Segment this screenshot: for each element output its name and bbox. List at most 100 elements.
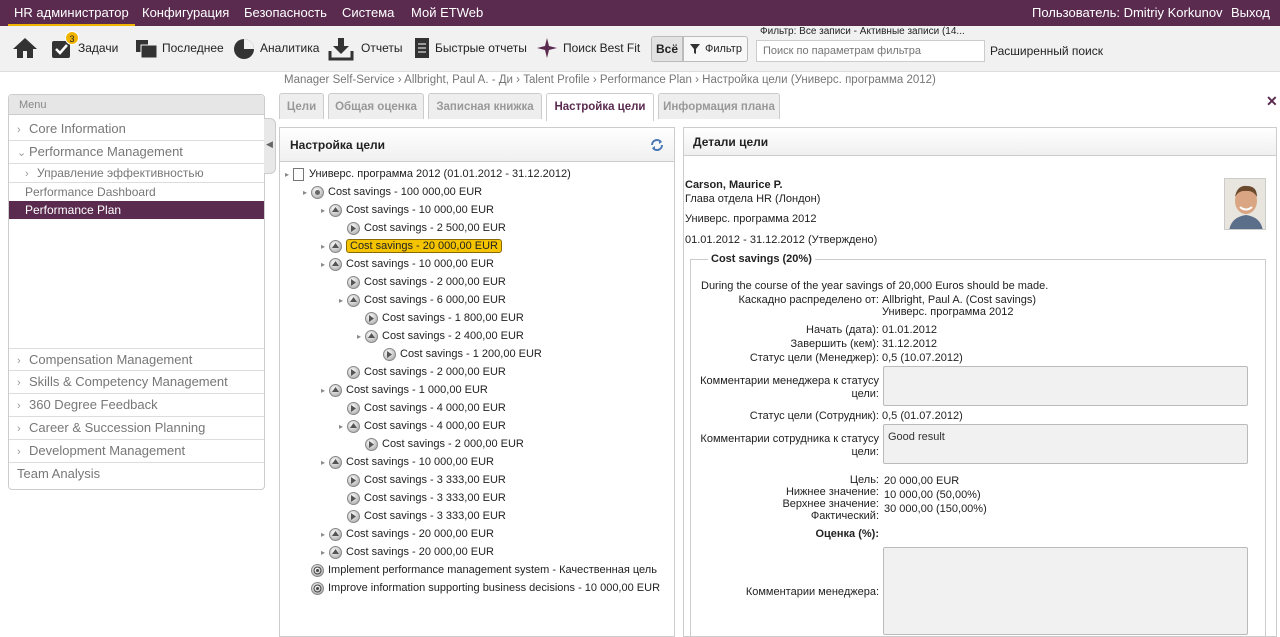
goal-tree-node[interactable]: Cost savings - 2 000,00 EUR (337, 274, 506, 290)
manager-comment-label: Комментарии менеджера к статусу (700, 375, 879, 387)
goal-tree-node[interactable]: ▸ Cost savings - 20 000,00 EUR (319, 526, 494, 542)
menu-item-development[interactable]: › Development Management (9, 440, 264, 463)
goal-tree-node[interactable]: Cost savings - 1 200,00 EUR (373, 346, 542, 362)
goal-tree-node-label: Cost savings - 1 000,00 EUR (346, 384, 488, 396)
tab-goals[interactable]: Цели (279, 93, 324, 119)
tree-toggle-icon[interactable]: ▸ (319, 386, 327, 395)
advanced-search-link[interactable]: Расширенный поиск (990, 44, 1103, 58)
goal-tree-node[interactable]: Cost savings - 1 800,00 EUR (355, 310, 524, 326)
menu-item-performance[interactable]: ⌄ Performance Management (9, 141, 264, 164)
goal-tree-node-label: Cost savings - 100 000,00 EUR (328, 186, 483, 198)
tree-toggle-icon[interactable]: ▸ (319, 458, 327, 467)
menu-item-team[interactable]: Team Analysis (9, 463, 264, 486)
goal-tree-node[interactable]: Cost savings - 3 333,00 EUR (337, 490, 506, 506)
tree-toggle-icon[interactable]: ▸ (283, 170, 291, 179)
arrow-up-icon (347, 419, 360, 433)
home-button[interactable] (12, 34, 39, 62)
menu-collapse-handle[interactable]: ◀ (264, 118, 276, 174)
tree-toggle-icon[interactable]: ▸ (355, 332, 363, 341)
filter-label-text: Фильтр (705, 43, 742, 55)
goal-tree-node-label: Cost savings - 2 400,00 EUR (382, 330, 524, 342)
user-label: Пользователь: Dmitriy Korkunov (1032, 5, 1223, 20)
tree-toggle-icon[interactable]: ▸ (319, 242, 327, 251)
program-period: 01.01.2012 - 31.12.2012 (Утверждено) (685, 234, 878, 246)
arrow-up-icon (329, 383, 342, 397)
goal-tree-node[interactable]: Cost savings - 2 000,00 EUR (355, 436, 524, 452)
filter-search-input[interactable] (756, 40, 985, 62)
nav-system[interactable]: Система (342, 0, 394, 26)
goal-tree-node[interactable]: Cost savings - 3 333,00 EUR (337, 508, 506, 524)
nav-my-etweb[interactable]: Мой ETWeb (411, 0, 483, 26)
goal-tree-node[interactable]: ▸ Cost savings - 6 000,00 EUR (337, 292, 506, 308)
tab-overall-rating[interactable]: Общая оценка (328, 93, 424, 119)
goal-tree-node[interactable]: ▸ Cost savings - 2 400,00 EUR (355, 328, 524, 344)
goal-description: During the course of the year savings of… (701, 280, 1049, 292)
goal-tree-node[interactable]: ▸ Cost savings - 4 000,00 EUR (337, 418, 506, 434)
goal-tree-node[interactable]: ▸ Универс. программа 2012 (01.01.2012 - 3… (283, 166, 571, 182)
goal-tree-node[interactable]: Cost savings - 3 333,00 EUR (337, 472, 506, 488)
tree-toggle-icon[interactable]: ▸ (319, 530, 327, 539)
goal-tree-node[interactable]: Cost savings - 2 000,00 EUR (337, 364, 506, 380)
menu-item-feedback[interactable]: › 360 Degree Feedback (9, 394, 264, 417)
goal-tree-node[interactable]: ▸ Cost savings - 10 000,00 EUR (319, 256, 494, 272)
employee-status-comment-field[interactable]: Good result (883, 424, 1248, 464)
refresh-icon[interactable] (650, 138, 664, 152)
end-value: 31.12.2012 (882, 338, 938, 350)
goal-tree-node[interactable]: Cost savings - 4 000,00 EUR (337, 400, 506, 416)
tree-toggle-icon[interactable]: ▸ (337, 422, 345, 431)
tab-goal-setup[interactable]: Настройка цели (546, 93, 654, 121)
arrow-right-icon (365, 311, 378, 325)
goal-tree-node[interactable]: ▸ Cost savings - 1 000,00 EUR (319, 382, 488, 398)
menu-item-dashboard[interactable]: Performance Dashboard (9, 183, 264, 201)
tree-toggle-icon[interactable]: ▸ (319, 206, 327, 215)
arrow-right-icon (347, 491, 360, 505)
best-fit-button[interactable]: Поиск Best Fit (536, 34, 640, 62)
menu-item-career[interactable]: › Career & Succession Planning (9, 417, 264, 440)
recent-button[interactable]: Последнее (135, 34, 224, 62)
tree-toggle-icon[interactable]: ▸ (337, 296, 345, 305)
tab-plan-info[interactable]: Информация плана (658, 93, 780, 119)
quick-reports-button[interactable]: Быстрые отчеты (414, 34, 527, 62)
menu-item-core[interactable]: › Core Information (9, 118, 264, 141)
reports-button[interactable]: Отчеты (328, 34, 402, 62)
nav-hr-admin[interactable]: HR администратор (8, 0, 135, 26)
menu-item-compensation[interactable]: › Compensation Management (9, 348, 264, 371)
manager-comments-field[interactable] (883, 547, 1248, 635)
nav-configuration[interactable]: Конфигурация (142, 0, 229, 26)
goal-tree-node[interactable]: ▸ Cost savings - 20 000,00 EUR (319, 238, 502, 254)
sparkle-icon (536, 37, 558, 59)
filter-button[interactable]: Фильтр (683, 36, 748, 62)
goal-tree-node[interactable]: ▸ Cost savings - 100 000,00 EUR (301, 184, 482, 200)
program-name: Универс. программа 2012 (685, 213, 817, 225)
goal-tree-node[interactable]: ▸ Cost savings - 10 000,00 EUR (319, 454, 494, 470)
goal-tree-node-label: Cost savings - 10 000,00 EUR (346, 456, 494, 468)
goal-tree-node[interactable]: Cost savings - 2 500,00 EUR (337, 220, 506, 236)
nav-security[interactable]: Безопасность (244, 0, 327, 26)
tree-toggle-icon[interactable]: ▸ (319, 260, 327, 269)
employee-comment-label-2: цели: (851, 446, 879, 458)
logout-link[interactable]: Выход (1231, 0, 1270, 26)
breadcrumb[interactable]: Manager Self-Service › Allbright, Paul A… (284, 74, 936, 86)
chevron-right-icon: › (17, 355, 21, 367)
tree-toggle-icon[interactable]: ▸ (301, 188, 309, 197)
tree-toggle-icon[interactable]: ▸ (319, 548, 327, 557)
menu-item-perf-sub[interactable]: › Управление эффективностью (9, 164, 264, 183)
chevron-right-icon: › (17, 400, 21, 412)
manager-status-comment-field[interactable] (883, 366, 1248, 406)
goal-tree-node[interactable]: ▸ Cost savings - 10 000,00 EUR (319, 202, 494, 218)
goal-tree-node[interactable]: ▸ Cost savings - 20 000,00 EUR (319, 544, 494, 560)
goal-tree-node[interactable]: Improve information supporting business … (301, 580, 660, 596)
arrow-right-icon (365, 437, 378, 451)
all-button[interactable]: Всё (651, 36, 683, 62)
goal-tree-node[interactable]: Implement performance management system … (301, 562, 657, 578)
reports-label: Отчеты (361, 41, 403, 55)
analytics-button[interactable]: Аналитика (233, 34, 319, 62)
tab-notebook[interactable]: Записная книжка (428, 93, 542, 119)
menu-item-performance-label: Performance Management (29, 144, 183, 159)
menu-item-plan[interactable]: Performance Plan (9, 201, 264, 219)
chevron-right-icon: › (17, 423, 21, 435)
goal-icon (311, 185, 324, 199)
close-icon[interactable]: ✕ (1266, 93, 1278, 110)
menu-item-skills[interactable]: › Skills & Competency Management (9, 371, 264, 394)
tasks-button[interactable]: 3 Задачи (51, 31, 118, 62)
